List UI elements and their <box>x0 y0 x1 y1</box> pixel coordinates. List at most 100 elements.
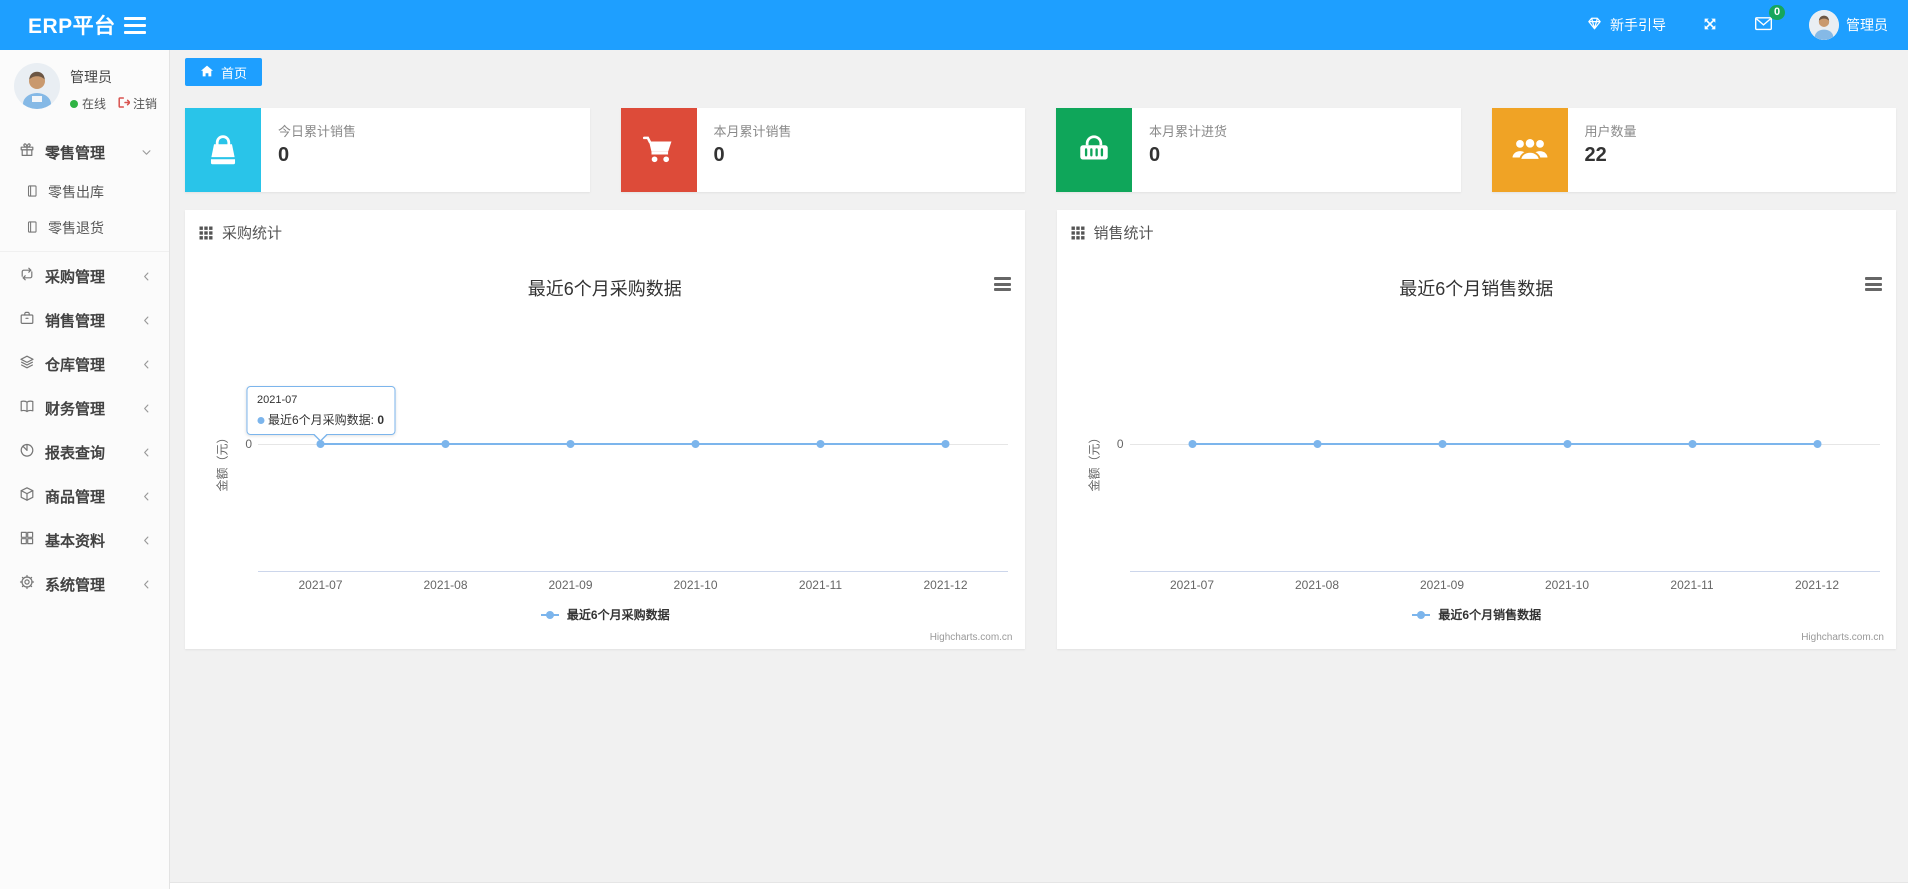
users-icon <box>1491 108 1568 192</box>
book-icon <box>19 398 35 419</box>
legend-label: 最近6个月采购数据 <box>566 608 670 622</box>
sidebar-item-sales[interactable]: 销售管理 <box>0 298 169 342</box>
x-axis-tick-label: 2021-12 <box>1794 578 1840 592</box>
highcharts-credits[interactable]: Highcharts.com.cn <box>1801 632 1884 643</box>
panel-title: 销售统计 <box>1093 225 1154 242</box>
message-count-badge: 0 <box>1769 5 1785 20</box>
stat-card[interactable]: 本月累计销售 0 <box>620 108 1025 192</box>
x-axis-tick-label: 2021-07 <box>1169 578 1215 592</box>
panel-purchase-stats: 采购统计 最近6个月采购数据 金额（元） 0 2021-07 2021-08 2021-09… <box>185 210 1025 649</box>
chart-tooltip: 2021-07 最近6个月采购数据: 0 <box>245 386 396 442</box>
guide-button[interactable]: 新手引导 <box>1586 15 1666 35</box>
x-axis-tick-label: 2021-11 <box>1670 578 1714 592</box>
logout-button[interactable]: 注销 <box>117 95 157 112</box>
data-point[interactable] <box>1438 440 1446 448</box>
stat-label: 用户数量 <box>1584 124 1637 139</box>
sidebar-subitem[interactable]: 零售退货 <box>0 210 169 246</box>
doc-icon <box>25 184 39 201</box>
data-point[interactable] <box>441 440 450 448</box>
online-status-dot <box>70 99 78 108</box>
gem-icon <box>1586 15 1603 35</box>
fullscreen-button[interactable] <box>1702 16 1718 35</box>
chevron-left-icon <box>141 359 152 370</box>
highcharts-credits[interactable]: Highcharts.com.cn <box>930 632 1013 643</box>
chart-legend[interactable]: 最近6个月采购数据 <box>185 606 1025 623</box>
sidebar-item-label: 仓库管理 <box>45 356 106 374</box>
stat-card[interactable]: 本月累计进货 0 <box>1056 108 1461 192</box>
legend-label: 最近6个月销售数据 <box>1438 608 1542 622</box>
chevron-left-icon <box>141 271 152 282</box>
main-area: 首页 今日累计销售 0 本月累计销售 0 本月累计进货 0 用户数量 22 采购统计 最近6个月… <box>170 50 1908 889</box>
x-axis-tick-label: 2021-10 <box>1544 578 1590 592</box>
data-point[interactable] <box>566 440 575 448</box>
stat-value: 0 <box>1149 144 1161 166</box>
sidebar-subitem[interactable]: 零售出库 <box>0 174 169 210</box>
repeat-icon <box>19 266 35 287</box>
x-axis-tick-label: 2021-08 <box>423 578 468 592</box>
data-point[interactable] <box>1563 440 1571 448</box>
sidebar-item-purchase[interactable]: 采购管理 <box>0 254 169 298</box>
chevron-left-icon <box>141 579 152 590</box>
tab-home-label: 首页 <box>221 65 248 81</box>
data-point[interactable] <box>816 440 825 448</box>
sidebar-item-finance[interactable]: 财务管理 <box>0 386 169 430</box>
logout-label: 注销 <box>133 97 158 111</box>
submenu-retail: 零售出库 零售退货 <box>0 174 169 252</box>
messages-button[interactable]: 0 <box>1754 5 1785 35</box>
chart-container: 最近6个月采购数据 金额（元） 0 2021-07 2021-08 2021-09 2021… <box>185 251 1025 649</box>
tooltip-row: 最近6个月采购数据: 0 <box>256 411 385 428</box>
grid-icon <box>19 530 35 551</box>
user-menu[interactable]: 管理员 <box>1809 10 1888 40</box>
sidebar-item-system[interactable]: 系统管理 <box>0 562 169 606</box>
sidebar-item-goods[interactable]: 商品管理 <box>0 474 169 518</box>
sidebar-item-label: 报表查询 <box>45 444 106 462</box>
stats-row: 今日累计销售 0 本月累计销售 0 本月累计进货 0 用户数量 22 <box>185 108 1896 192</box>
sidebar-toggle-button[interactable] <box>124 16 146 34</box>
x-axis-tick-label: 2021-07 <box>298 578 343 592</box>
data-point[interactable] <box>1188 440 1196 448</box>
briefcase-icon <box>19 310 35 331</box>
th-grid-icon <box>1071 226 1085 240</box>
sidebar-item-retail[interactable]: 零售管理 <box>0 130 169 174</box>
topbar-username: 管理员 <box>1846 17 1888 33</box>
sidebar-item-report[interactable]: 报表查询 <box>0 430 169 474</box>
chart-container: 最近6个月销售数据 金额（元） 0 2021-07 2021-08 2021-09 2021… <box>1057 251 1897 649</box>
tab-home[interactable]: 首页 <box>185 58 263 86</box>
data-point[interactable] <box>941 440 950 448</box>
top-navbar: ERP平台 新手引导 0 管理员 <box>0 0 1908 50</box>
chevron-left-icon <box>141 535 152 546</box>
home-icon <box>200 64 214 81</box>
chart-legend[interactable]: 最近6个月销售数据 <box>1057 606 1897 623</box>
online-status-label: 在线 <box>82 97 107 111</box>
data-point[interactable] <box>1813 440 1821 448</box>
bag-icon <box>185 108 261 192</box>
legend-marker-icon <box>540 609 560 621</box>
stat-card[interactable]: 今日累计销售 0 <box>185 108 590 192</box>
series-line[interactable] <box>1057 251 1897 591</box>
data-point[interactable] <box>1688 440 1696 448</box>
stat-label: 本月累计销售 <box>713 124 792 139</box>
series-dot-icon <box>256 417 264 424</box>
topbar-right: 新手引导 0 管理员 <box>1586 5 1908 40</box>
sidebar-item-warehouse[interactable]: 仓库管理 <box>0 342 169 386</box>
panel-title: 采购统计 <box>222 225 283 242</box>
stat-card[interactable]: 用户数量 22 <box>1491 108 1896 192</box>
logout-icon <box>117 96 131 112</box>
chevron-left-icon <box>141 315 152 326</box>
gear-icon <box>19 574 35 595</box>
sidebar-user-panel: 管理员 在线 注销 <box>0 50 169 122</box>
hamburger-icon <box>124 16 146 20</box>
data-point[interactable] <box>1313 440 1321 448</box>
sidebar-item-label: 商品管理 <box>45 488 106 506</box>
layers-icon <box>19 354 35 375</box>
tooltip-value: 0 <box>377 413 385 427</box>
box-icon <box>19 486 35 507</box>
x-axis-tick-label: 2021-09 <box>548 578 593 592</box>
sidebar-item-label: 采购管理 <box>45 268 106 286</box>
x-axis-tick-label: 2021-12 <box>923 578 968 592</box>
chevron-left-icon <box>141 447 152 458</box>
sidebar-item-basic[interactable]: 基本资料 <box>0 518 169 562</box>
data-point[interactable] <box>691 440 700 448</box>
topbar-avatar <box>1809 10 1839 40</box>
chevron-down-icon <box>141 147 152 158</box>
